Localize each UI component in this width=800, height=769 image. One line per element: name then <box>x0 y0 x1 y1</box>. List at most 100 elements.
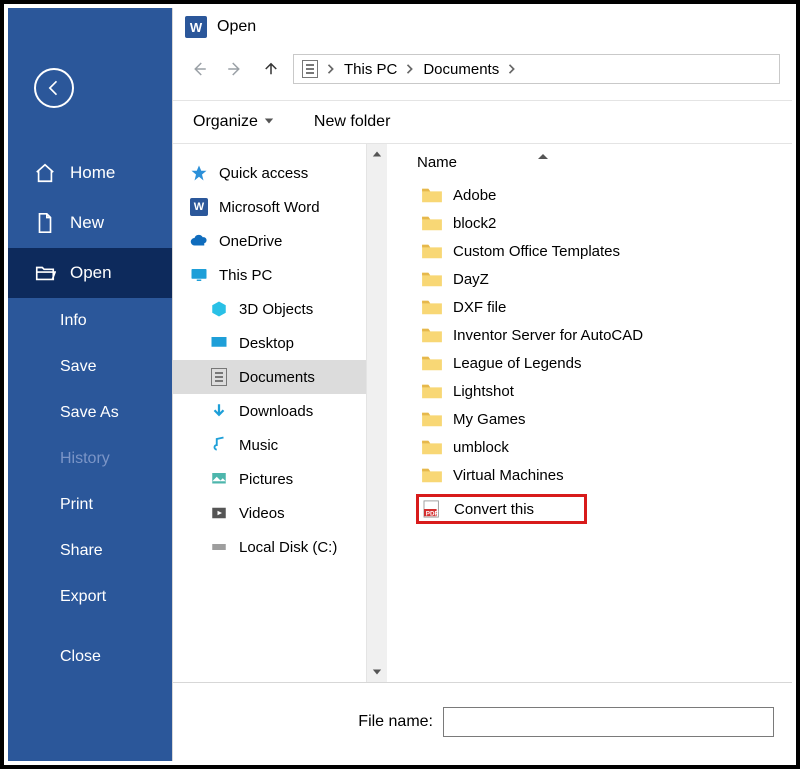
nav-onedrive[interactable]: OneDrive <box>173 224 366 258</box>
disk-icon <box>209 538 229 556</box>
list-item[interactable]: Inventor Server for AutoCAD <box>417 321 784 349</box>
list-item[interactable]: PDFConvert this <box>417 489 784 529</box>
list-item[interactable]: My Games <box>417 405 784 433</box>
filename-bar: File name: <box>173 682 792 761</box>
sidebar-label: Print <box>60 496 93 514</box>
dropdown-caret-icon <box>264 113 274 131</box>
music-note-icon <box>209 436 229 454</box>
list-item[interactable]: Virtual Machines <box>417 461 784 489</box>
breadcrumb-thispc[interactable]: This PC <box>344 61 397 78</box>
nav-up-button[interactable] <box>257 55 285 83</box>
sidebar-item-close[interactable]: Close <box>8 634 172 680</box>
sidebar-label: Export <box>60 588 106 606</box>
word-app-icon: W <box>185 16 207 38</box>
column-name[interactable]: Name <box>417 154 457 171</box>
breadcrumb-documents[interactable]: Documents <box>423 61 499 78</box>
folder-icon <box>421 410 443 428</box>
nav-back-button[interactable] <box>185 55 213 83</box>
monitor-icon <box>189 266 209 284</box>
sidebar-item-export[interactable]: Export <box>8 574 172 620</box>
download-arrow-icon <box>209 402 229 420</box>
nav-microsoft-word[interactable]: W Microsoft Word <box>173 190 366 224</box>
nav-music[interactable]: Music <box>173 428 366 462</box>
folder-icon <box>421 242 443 260</box>
nav-this-pc[interactable]: This PC <box>173 258 366 292</box>
sidebar-label: Save <box>60 358 96 376</box>
nav-row: This PC Documents <box>173 44 792 101</box>
folder-icon <box>421 326 443 344</box>
dialog-titlebar: W Open <box>173 8 792 44</box>
file-name: Virtual Machines <box>453 467 564 484</box>
sidebar-item-info[interactable]: Info <box>8 298 172 344</box>
file-name: umblock <box>453 439 509 456</box>
sidebar-item-saveas[interactable]: Save As <box>8 390 172 436</box>
nav-desktop[interactable]: Desktop <box>173 326 366 360</box>
folder-icon <box>421 354 443 372</box>
nav-quick-access[interactable]: Quick access <box>173 156 366 190</box>
open-dialog: W Open This PC Documents Organize New fo… <box>172 8 792 761</box>
file-name: block2 <box>453 215 496 232</box>
sidebar-item-save[interactable]: Save <box>8 344 172 390</box>
sidebar-item-home[interactable]: Home <box>8 148 172 198</box>
sidebar-item-open[interactable]: Open <box>8 248 172 298</box>
list-item[interactable]: umblock <box>417 433 784 461</box>
list-item[interactable]: Lightshot <box>417 377 784 405</box>
video-icon <box>209 504 229 522</box>
picture-icon <box>209 470 229 488</box>
folder-icon <box>421 270 443 288</box>
file-name: Adobe <box>453 187 496 204</box>
sidebar-label: Open <box>70 263 112 283</box>
nav-documents[interactable]: Documents <box>173 360 366 394</box>
scroll-down-icon[interactable] <box>367 662 387 682</box>
file-name: Convert this <box>454 501 534 518</box>
folder-icon <box>421 214 443 232</box>
document-icon <box>34 212 56 234</box>
nav-tree: Quick access W Microsoft Word OneDrive T… <box>173 144 367 682</box>
file-name: DayZ <box>453 271 489 288</box>
navtree-scrollbar[interactable] <box>367 144 387 682</box>
nav-videos[interactable]: Videos <box>173 496 366 530</box>
nav-3d-objects[interactable]: 3D Objects <box>173 292 366 326</box>
sidebar-item-new[interactable]: New <box>8 198 172 248</box>
list-item[interactable]: Adobe <box>417 181 784 209</box>
word-app-icon: W <box>189 198 209 216</box>
highlighted-file[interactable]: PDFConvert this <box>416 494 587 524</box>
folder-open-icon <box>34 262 56 284</box>
desktop-icon <box>209 334 229 352</box>
column-header-row: Name <box>387 144 792 181</box>
folder-icon <box>421 298 443 316</box>
file-name: League of Legends <box>453 355 581 372</box>
sidebar-item-history: History <box>8 436 172 482</box>
nav-local-disk[interactable]: Local Disk (C:) <box>173 530 366 564</box>
sidebar-label: Save As <box>60 404 119 422</box>
nav-pictures[interactable]: Pictures <box>173 462 366 496</box>
documents-icon <box>209 368 229 386</box>
cube-icon <box>209 300 229 318</box>
list-item[interactable]: Custom Office Templates <box>417 237 784 265</box>
sidebar-item-share[interactable]: Share <box>8 528 172 574</box>
chevron-right-icon <box>507 61 517 78</box>
folder-icon <box>421 438 443 456</box>
folder-icon <box>421 382 443 400</box>
list-item[interactable]: League of Legends <box>417 349 784 377</box>
new-folder-button[interactable]: New folder <box>314 113 390 131</box>
breadcrumb-bar[interactable]: This PC Documents <box>293 54 780 84</box>
star-icon <box>189 164 209 182</box>
dialog-toolbar: Organize New folder <box>173 101 792 144</box>
chevron-right-icon <box>405 61 415 78</box>
list-item[interactable]: block2 <box>417 209 784 237</box>
nav-forward-button[interactable] <box>221 55 249 83</box>
organize-button[interactable]: Organize <box>193 113 274 131</box>
list-item[interactable]: DayZ <box>417 265 784 293</box>
folder-icon <box>421 466 443 484</box>
filename-input[interactable] <box>443 707 774 737</box>
sidebar-label: History <box>60 450 110 468</box>
sidebar-item-print[interactable]: Print <box>8 482 172 528</box>
home-icon <box>34 162 56 184</box>
scroll-up-icon[interactable] <box>367 144 387 164</box>
nav-downloads[interactable]: Downloads <box>173 394 366 428</box>
folder-icon <box>421 186 443 204</box>
sort-caret-icon <box>537 150 549 167</box>
back-button[interactable] <box>34 68 74 108</box>
list-item[interactable]: DXF file <box>417 293 784 321</box>
